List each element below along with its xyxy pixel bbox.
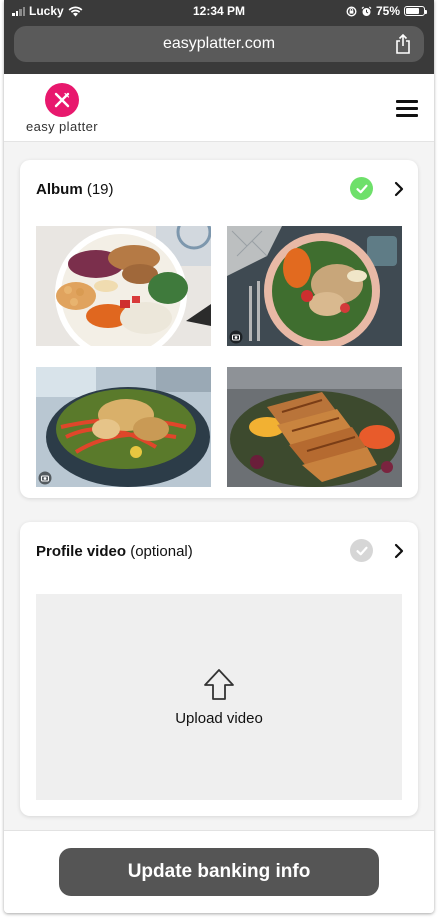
profile-video-header[interactable]: Profile video (optional) — [20, 522, 418, 580]
camera-icon — [229, 330, 243, 344]
chevron-right-icon[interactable] — [394, 543, 404, 559]
orientation-lock-icon — [346, 5, 357, 17]
browser-toolbar: easyplatter.com — [4, 22, 434, 74]
check-complete-icon — [350, 177, 373, 200]
album-header[interactable]: Album (19) — [20, 160, 418, 218]
upload-video-dropzone[interactable]: Upload video — [36, 594, 402, 800]
bottom-action-bar: Update banking info — [4, 830, 434, 913]
update-banking-info-button[interactable]: Update banking info — [59, 848, 379, 896]
upload-video-label: Upload video — [175, 709, 263, 727]
check-incomplete-icon — [350, 539, 373, 562]
album-photo-4[interactable] — [227, 367, 402, 487]
fork-knife-logo-icon — [45, 83, 79, 117]
logo[interactable]: easy platter — [19, 83, 105, 134]
battery-icon — [404, 6, 427, 16]
chevron-right-icon[interactable] — [394, 181, 404, 197]
profile-video-subtitle: (optional) — [130, 542, 193, 560]
profile-video-title: Profile video — [36, 542, 127, 560]
album-photo-1[interactable] — [36, 226, 211, 346]
battery-percent: 75% — [375, 4, 400, 18]
status-bar: Lucky 12:34 PM 75% — [4, 0, 434, 22]
hamburger-menu-icon[interactable] — [396, 100, 418, 117]
album-photo-3[interactable] — [36, 367, 211, 487]
wifi-icon — [68, 5, 83, 16]
logo-text: easy platter — [25, 119, 98, 134]
album-card: Album (19) — [20, 160, 418, 498]
album-title: Album — [36, 180, 83, 198]
url-text: easyplatter.com — [162, 35, 276, 52]
site-header: easy platter — [4, 74, 434, 142]
phone-screen: Lucky 12:34 PM 75% easyplatter.com easy … — [4, 0, 434, 913]
album-count: (19) — [86, 180, 114, 198]
carrier-name: Lucky — [29, 4, 64, 18]
share-icon[interactable] — [394, 34, 412, 54]
address-bar[interactable]: easyplatter.com — [14, 26, 424, 62]
signal-icon — [12, 6, 25, 16]
profile-video-card: Profile video (optional) Upload video — [20, 522, 418, 816]
alarm-icon — [361, 6, 372, 16]
upload-arrow-icon — [204, 668, 234, 700]
album-photo-2[interactable] — [227, 226, 402, 346]
camera-icon — [38, 471, 52, 485]
